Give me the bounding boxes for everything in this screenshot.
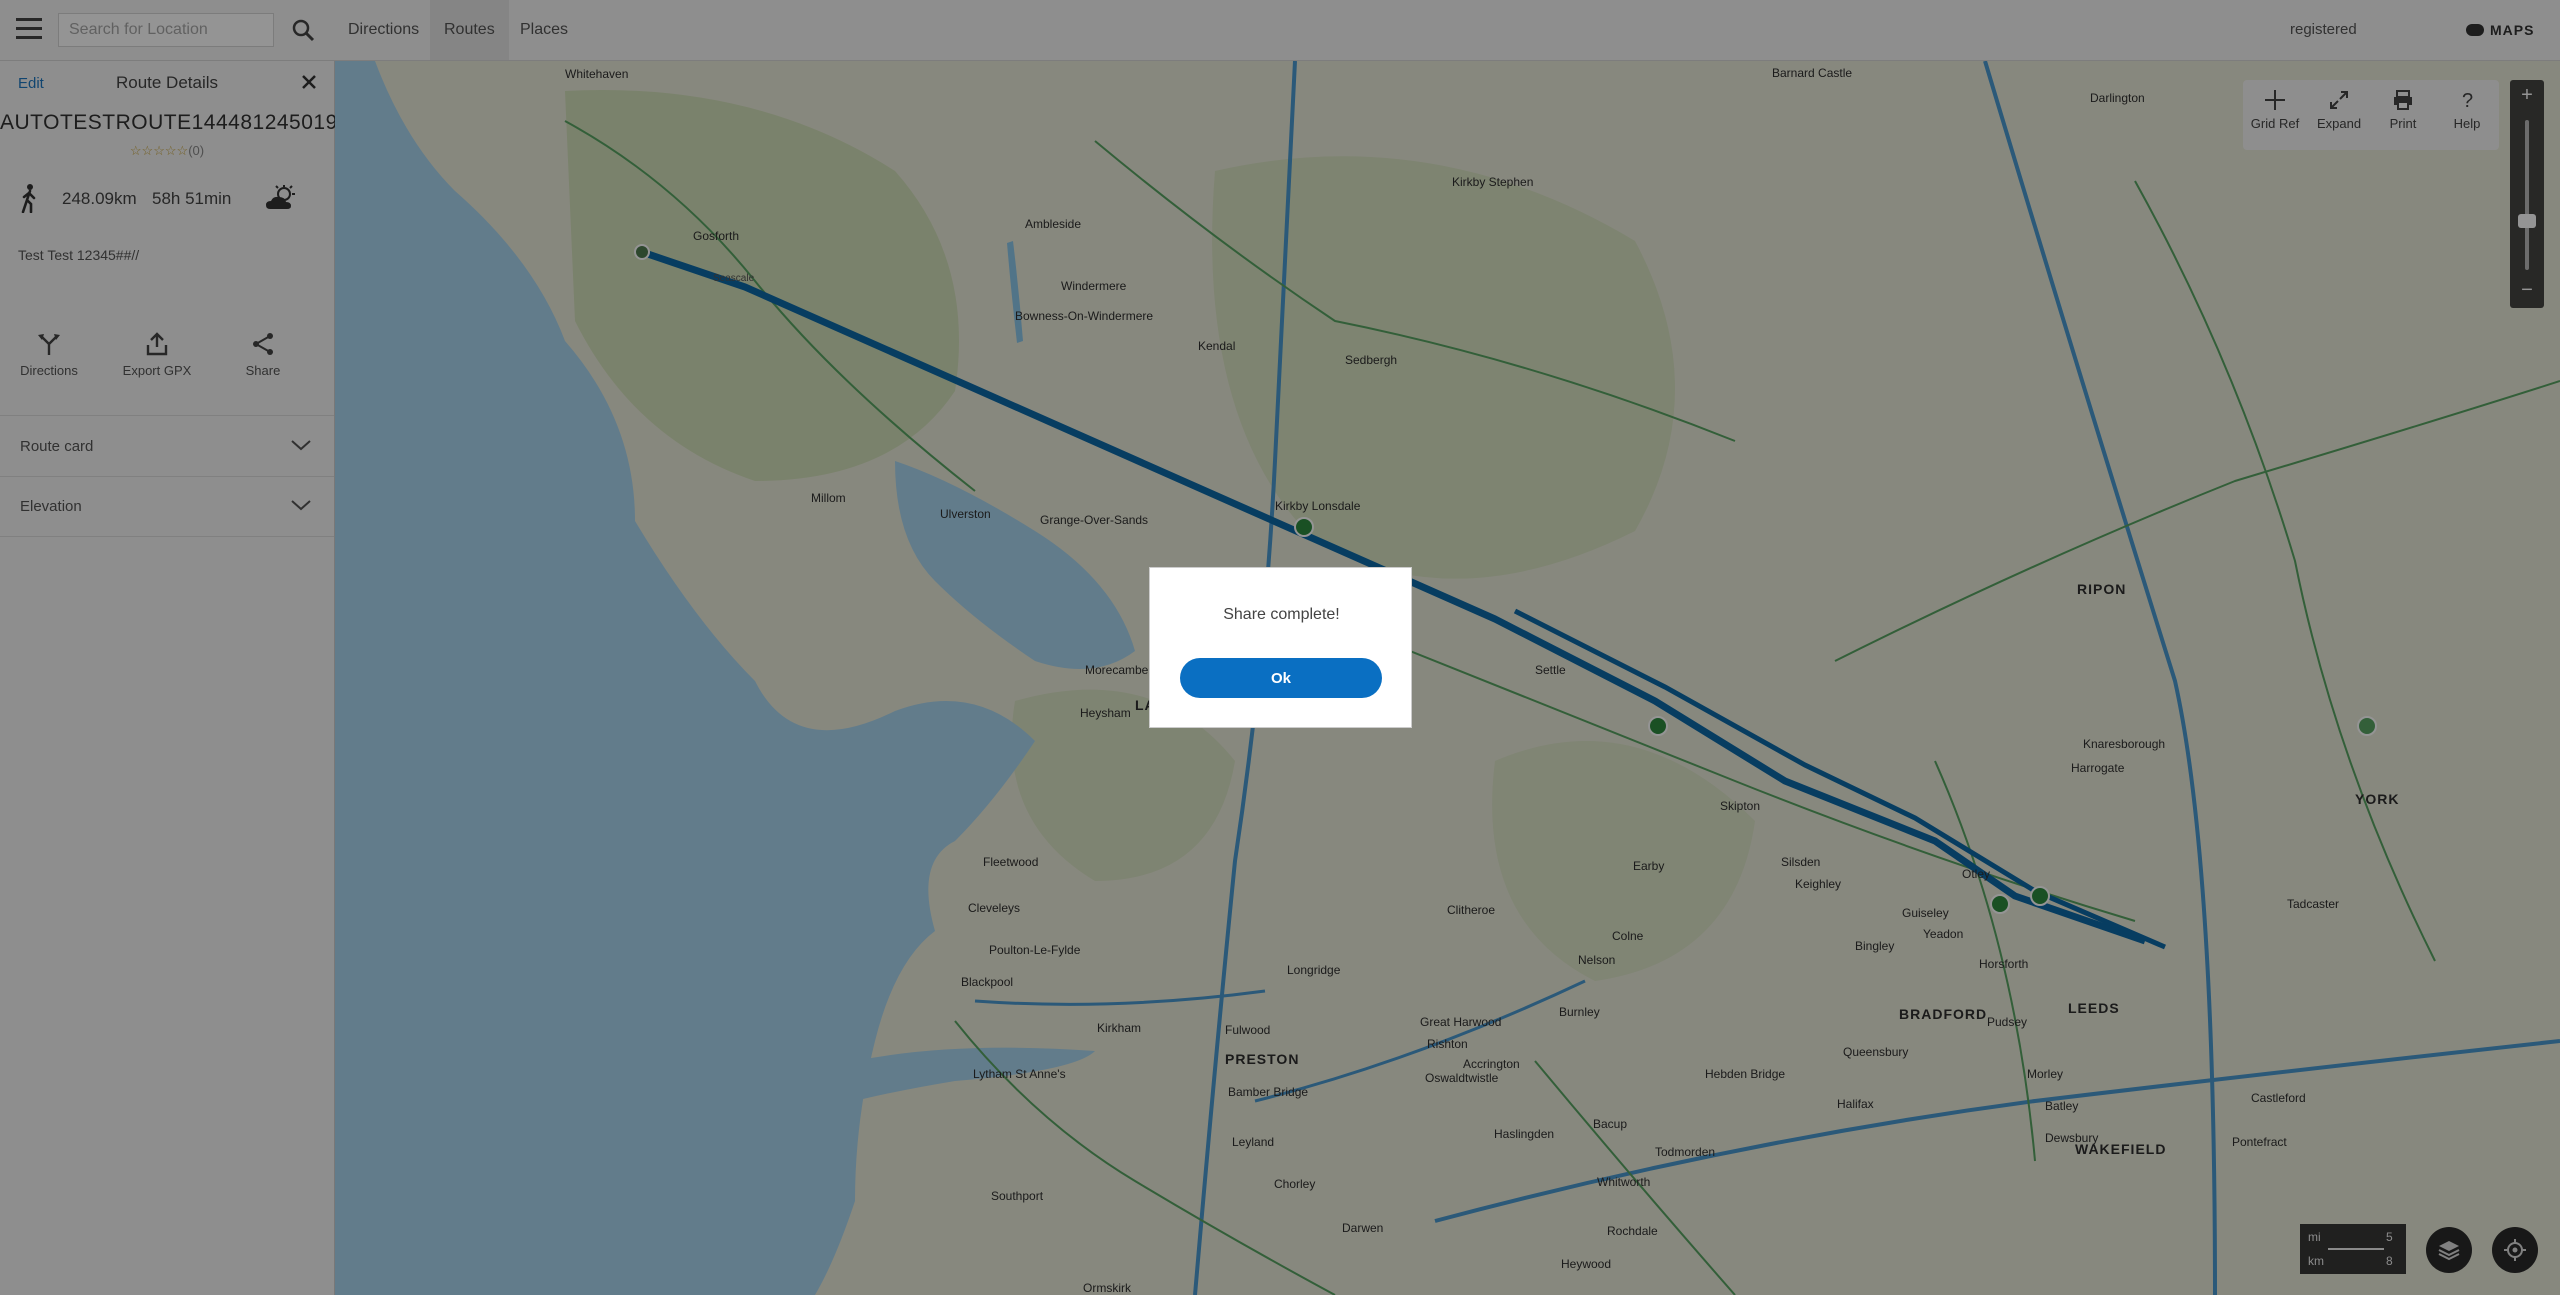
dialog-message: Share complete! [1223,606,1340,623]
share-complete-dialog: Share complete! Ok [1149,567,1412,728]
ok-button[interactable]: Ok [1180,658,1382,698]
